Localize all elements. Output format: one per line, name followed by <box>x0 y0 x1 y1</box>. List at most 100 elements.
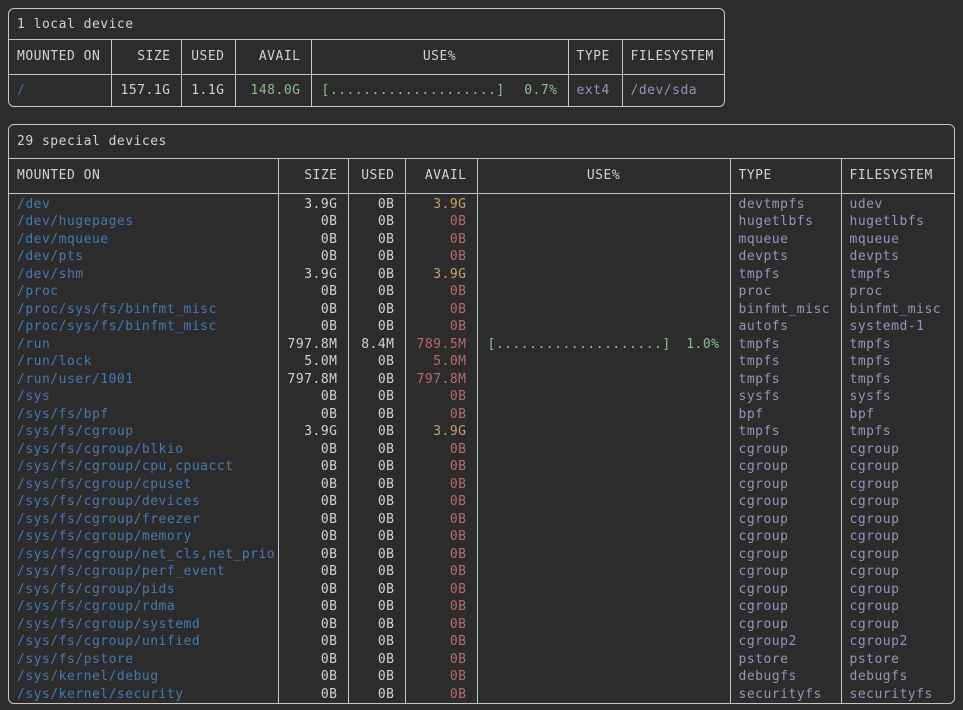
size-cell: 0B <box>278 668 348 686</box>
used-cell: 0B <box>348 213 405 231</box>
filesystem-cell: securityfs <box>841 686 955 704</box>
filesystem-cell: bpf <box>841 406 955 424</box>
filesystem-cell: cgroup <box>841 511 955 529</box>
avail-cell: 0B <box>405 231 477 249</box>
mount-cell: /sys/fs/cgroup <box>9 423 278 441</box>
header-row: MOUNTED ON SIZE USED AVAIL USE% TYPE FIL… <box>9 159 955 193</box>
mount-cell: /sys/fs/cgroup/cpu,cpuacct <box>9 458 278 476</box>
filesystem-cell: cgroup <box>841 476 955 494</box>
mount-cell: /sys/fs/cgroup/cpuset <box>9 476 278 494</box>
local-devices-table: MOUNTED ON SIZE USED AVAIL USE% TYPE FIL… <box>9 40 724 106</box>
filesystem-cell: udev <box>841 193 955 213</box>
size-cell: 0B <box>278 406 348 424</box>
table-row: /proc/sys/fs/binfmt_misc 0B 0B 0B autofs… <box>9 318 955 336</box>
avail-cell: 0B <box>405 546 477 564</box>
mount-cell: /sys/fs/cgroup/blkio <box>9 441 278 459</box>
type-cell: debugfs <box>730 668 841 686</box>
mount-cell: /run/user/1001 <box>9 371 278 389</box>
type-cell: cgroup <box>730 441 841 459</box>
avail-cell: 0B <box>405 668 477 686</box>
size-cell: 5.0M <box>278 353 348 371</box>
avail-cell: 0B <box>405 318 477 336</box>
mount-cell: /sys/fs/cgroup/devices <box>9 493 278 511</box>
usage-cell <box>477 511 730 529</box>
usage-cell <box>477 616 730 634</box>
size-cell: 3.9G <box>278 193 348 213</box>
column-header-used: USED <box>348 159 405 193</box>
avail-cell: 0B <box>405 441 477 459</box>
type-cell: mqueue <box>730 231 841 249</box>
type-cell: hugetlbfs <box>730 213 841 231</box>
mount-cell: /sys/fs/cgroup/freezer <box>9 511 278 529</box>
used-cell: 0B <box>348 353 405 371</box>
mount-cell: /sys/fs/pstore <box>9 651 278 669</box>
table-row: /sys/fs/cgroup/rdma 0B 0B 0B cgroup cgro… <box>9 598 955 616</box>
size-cell: 157.1G <box>111 74 181 106</box>
used-cell: 0B <box>348 458 405 476</box>
size-cell: 0B <box>278 616 348 634</box>
used-cell: 0B <box>348 546 405 564</box>
mount-cell: /run <box>9 336 278 354</box>
used-cell: 0B <box>348 441 405 459</box>
avail-cell: 0B <box>405 458 477 476</box>
usage-percent: 0.7% <box>524 83 557 98</box>
filesystem-cell: debugfs <box>841 668 955 686</box>
usage-cell <box>477 283 730 301</box>
used-cell: 0B <box>348 248 405 266</box>
size-cell: 0B <box>278 248 348 266</box>
usage-cell <box>477 441 730 459</box>
table-row: /sys/fs/cgroup/perf_event 0B 0B 0B cgrou… <box>9 563 955 581</box>
size-cell: 0B <box>278 686 348 704</box>
table-row: /sys/fs/cgroup/memory 0B 0B 0B cgroup cg… <box>9 528 955 546</box>
used-cell: 0B <box>348 371 405 389</box>
usage-cell <box>477 388 730 406</box>
usage-cell <box>477 423 730 441</box>
table-row: /sys/fs/cgroup/cpu,cpuacct 0B 0B 0B cgro… <box>9 458 955 476</box>
filesystem-cell: systemd-1 <box>841 318 955 336</box>
column-header-type: TYPE <box>568 40 622 74</box>
avail-cell: 5.0M <box>405 353 477 371</box>
type-cell: sysfs <box>730 388 841 406</box>
size-cell: 0B <box>278 388 348 406</box>
used-cell: 0B <box>348 581 405 599</box>
filesystem-cell: tmpfs <box>841 371 955 389</box>
size-cell: 0B <box>278 633 348 651</box>
used-cell: 0B <box>348 651 405 669</box>
filesystem-cell: hugetlbfs <box>841 213 955 231</box>
column-header-avail: AVAIL <box>235 40 311 74</box>
column-header-filesystem: FILESYSTEM <box>622 40 724 74</box>
table-row: /sys/kernel/debug 0B 0B 0B debugfs debug… <box>9 668 955 686</box>
avail-cell: 0B <box>405 651 477 669</box>
used-cell: 0B <box>348 528 405 546</box>
filesystem-cell: /dev/sda <box>622 74 724 106</box>
avail-cell: 0B <box>405 633 477 651</box>
table-row: /sys/fs/cgroup/freezer 0B 0B 0B cgroup c… <box>9 511 955 529</box>
usage-cell <box>477 546 730 564</box>
mount-cell: /sys/fs/cgroup/systemd <box>9 616 278 634</box>
filesystem-cell: cgroup <box>841 581 955 599</box>
size-cell: 0B <box>278 651 348 669</box>
table-row: /run 797.8M 8.4M 789.5M [...............… <box>9 336 955 354</box>
avail-cell: 0B <box>405 581 477 599</box>
mount-cell: /sys/fs/bpf <box>9 406 278 424</box>
type-cell: proc <box>730 283 841 301</box>
used-cell: 0B <box>348 668 405 686</box>
filesystem-cell: devpts <box>841 248 955 266</box>
avail-cell: 0B <box>405 511 477 529</box>
used-cell: 0B <box>348 231 405 249</box>
usage-cell <box>477 528 730 546</box>
special-devices-title: 29 special devices <box>9 125 954 159</box>
used-cell: 0B <box>348 388 405 406</box>
type-cell: cgroup <box>730 581 841 599</box>
type-cell: cgroup <box>730 528 841 546</box>
mount-cell: /sys/fs/cgroup/net_cls,net_prio <box>9 546 278 564</box>
used-cell: 0B <box>348 423 405 441</box>
header-row: MOUNTED ON SIZE USED AVAIL USE% TYPE FIL… <box>9 40 724 74</box>
filesystem-cell: mqueue <box>841 231 955 249</box>
used-cell: 0B <box>348 406 405 424</box>
filesystem-cell: cgroup <box>841 616 955 634</box>
usage-cell <box>477 318 730 336</box>
type-cell: cgroup <box>730 598 841 616</box>
used-cell: 0B <box>348 686 405 704</box>
table-row: /proc 0B 0B 0B proc proc <box>9 283 955 301</box>
